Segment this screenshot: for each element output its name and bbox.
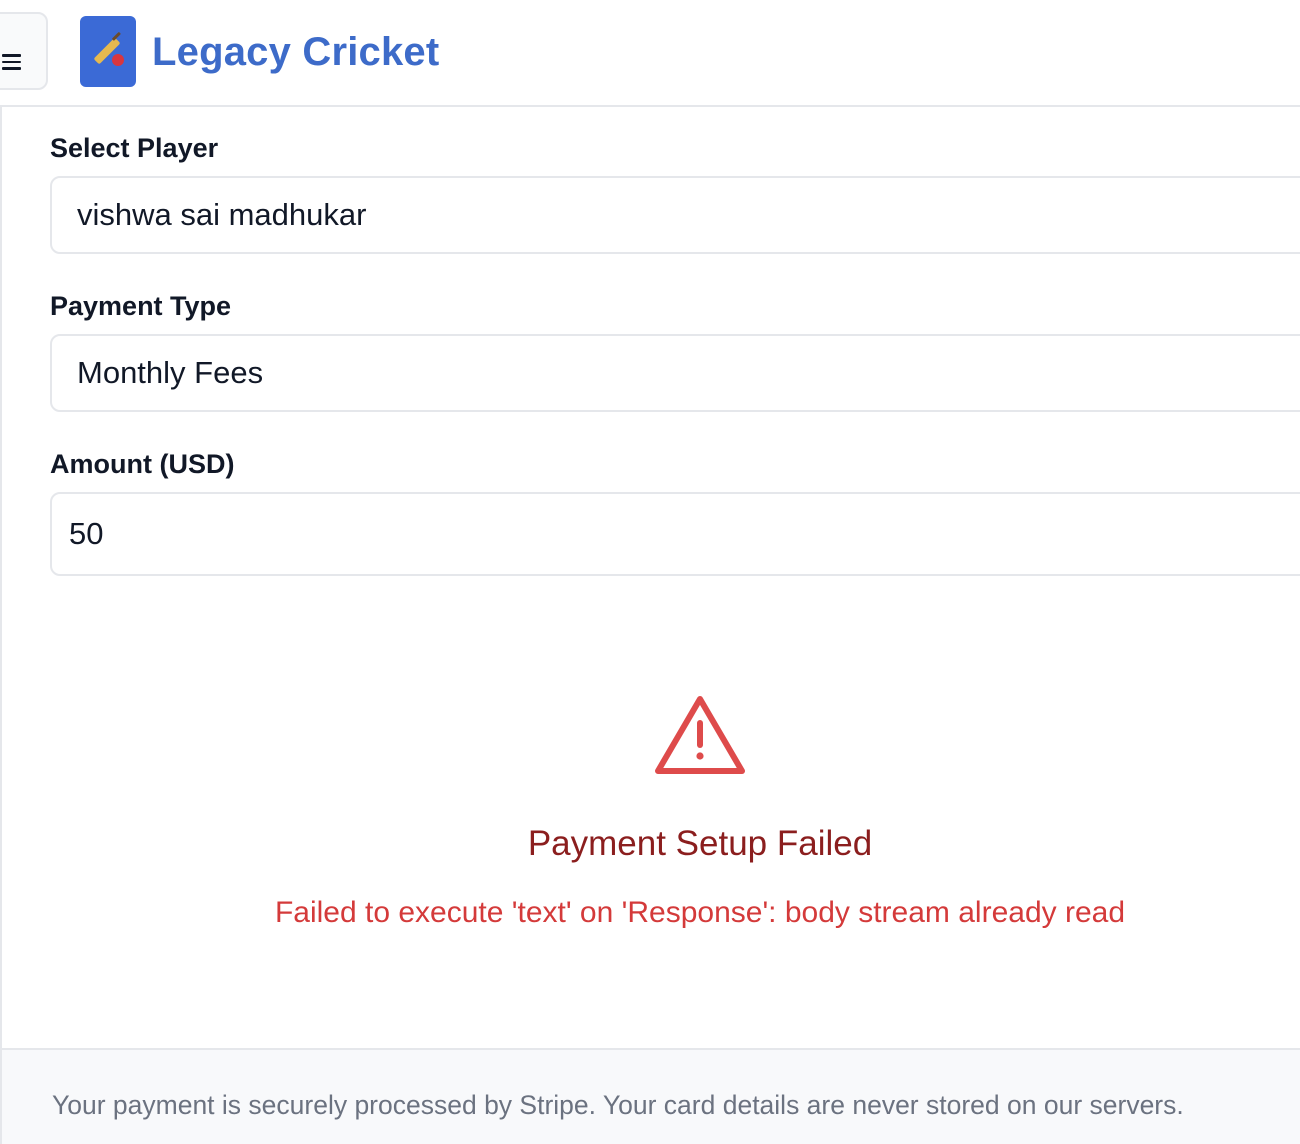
player-select-value: vishwa sai madhukar xyxy=(77,197,367,232)
logo xyxy=(80,16,136,87)
footer: Your payment is securely processed by St… xyxy=(0,1048,1300,1144)
brand-title: Legacy Cricket xyxy=(152,30,440,74)
hamburger-menu-icon xyxy=(2,54,22,72)
amount-input-value: 50 xyxy=(69,516,104,551)
cricket-bat-ball-icon xyxy=(94,32,124,66)
error-title: Payment Setup Failed xyxy=(527,824,873,863)
payment-type-label: Payment Type xyxy=(50,291,232,321)
security-note: Your payment is securely processed by St… xyxy=(52,1090,1184,1120)
player-label: Select Player xyxy=(50,133,219,163)
payment-type-value: Monthly Fees xyxy=(77,355,264,390)
payment-type-select[interactable]: Monthly Fees xyxy=(50,334,1300,412)
menu-button[interactable] xyxy=(0,12,48,90)
error-message: Failed to execute 'text' on 'Response': … xyxy=(274,896,1126,929)
player-select[interactable]: vishwa sai madhukar xyxy=(50,176,1300,254)
warning-triangle-icon xyxy=(655,696,745,774)
app-header: Legacy Cricket xyxy=(0,0,1300,107)
amount-input[interactable]: 50 xyxy=(50,492,1300,576)
amount-label: Amount (USD) xyxy=(50,449,235,479)
